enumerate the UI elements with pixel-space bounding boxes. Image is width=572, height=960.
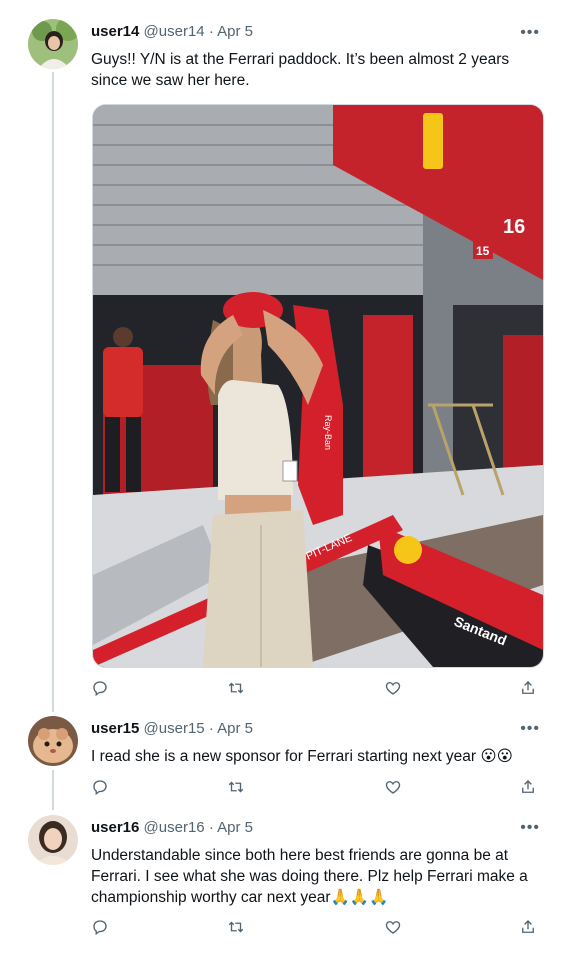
garage-number: 15 bbox=[476, 244, 490, 258]
emoji: 🙏🙏🙏 bbox=[330, 889, 389, 906]
user-name[interactable]: user16 bbox=[91, 819, 139, 836]
tweet-header: user16 @user16 · Apr 5 bbox=[91, 818, 253, 838]
action-bar bbox=[91, 679, 541, 699]
like-icon[interactable] bbox=[384, 679, 404, 699]
sign-number: 16 bbox=[503, 216, 525, 238]
reply-icon[interactable] bbox=[91, 679, 111, 699]
sponsor-text: Ray-Ban bbox=[323, 415, 333, 450]
share-icon[interactable] bbox=[519, 918, 539, 938]
share-icon[interactable] bbox=[519, 778, 539, 798]
user-name[interactable]: user14 bbox=[91, 23, 139, 40]
avatar[interactable] bbox=[28, 19, 78, 69]
tweet-header: user15 @user15 · Apr 5 bbox=[91, 719, 253, 739]
reply-icon[interactable] bbox=[91, 778, 111, 798]
tweet-date[interactable]: Apr 5 bbox=[217, 23, 253, 40]
tweet-text: Guys!! Y/N is at the Ferrari paddock. It… bbox=[91, 51, 510, 89]
avatar[interactable] bbox=[28, 815, 78, 865]
like-icon[interactable] bbox=[384, 918, 404, 938]
user-handle[interactable]: @user15 bbox=[144, 720, 205, 737]
tweet-date[interactable]: Apr 5 bbox=[217, 819, 253, 836]
more-icon[interactable]: ••• bbox=[520, 721, 540, 737]
separator: · bbox=[208, 23, 214, 40]
user-name[interactable]: user15 bbox=[91, 720, 139, 737]
tweet-photo[interactable]: 16 15 PIT-LANE Ray-Ban Santand bbox=[92, 104, 544, 668]
tweet-header: user14 @user14 · Apr 5 bbox=[91, 22, 253, 42]
user-handle[interactable]: @user16 bbox=[144, 819, 205, 836]
like-icon[interactable] bbox=[384, 778, 404, 798]
more-icon[interactable]: ••• bbox=[520, 820, 540, 836]
action-bar bbox=[91, 778, 541, 798]
avatar[interactable] bbox=[28, 716, 78, 766]
tweet-text: Understandable since both here best frie… bbox=[91, 845, 541, 908]
emoji: 😮😮 bbox=[480, 748, 513, 765]
more-icon[interactable]: ••• bbox=[520, 25, 540, 41]
action-bar bbox=[91, 918, 541, 938]
retweet-icon[interactable] bbox=[227, 679, 247, 699]
retweet-icon[interactable] bbox=[227, 778, 247, 798]
user-handle[interactable]: @user14 bbox=[144, 23, 205, 40]
thread-line bbox=[52, 770, 54, 810]
tweet-text: I read she is a new sponsor for Ferrari … bbox=[91, 746, 541, 767]
share-icon[interactable] bbox=[519, 679, 539, 699]
tweet-text-body: Understandable since both here best frie… bbox=[91, 847, 528, 906]
tweet-date[interactable]: Apr 5 bbox=[217, 720, 253, 737]
reply-icon[interactable] bbox=[91, 918, 111, 938]
separator: · bbox=[208, 819, 214, 836]
thread-line bbox=[52, 72, 54, 712]
retweet-icon[interactable] bbox=[227, 918, 247, 938]
separator: · bbox=[208, 720, 214, 737]
tweet-text-body: I read she is a new sponsor for Ferrari … bbox=[91, 748, 477, 765]
